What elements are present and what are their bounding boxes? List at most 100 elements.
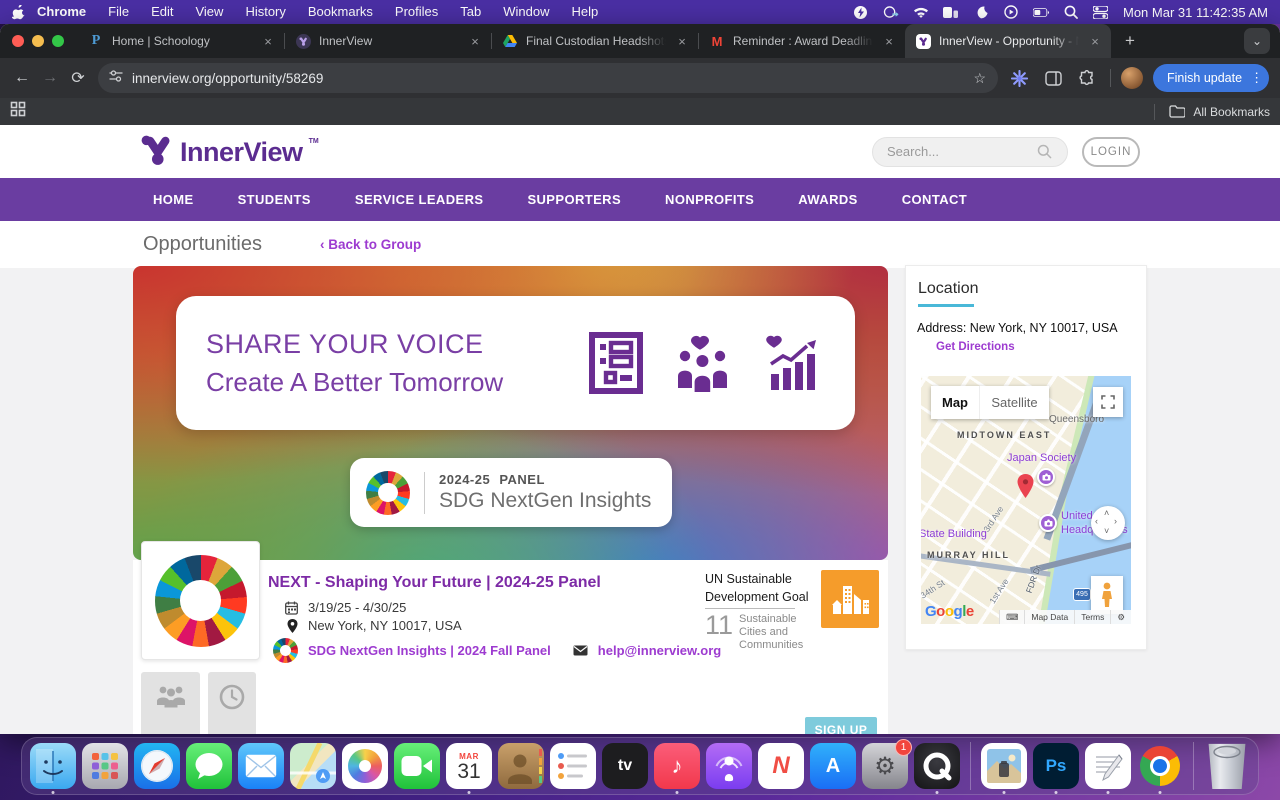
tab-search-chevron-icon[interactable]: ⌄ — [1244, 28, 1270, 54]
menu-window[interactable]: Window — [492, 0, 560, 24]
tab-close-icon[interactable]: × — [260, 34, 276, 49]
nav-home[interactable]: HOME — [153, 192, 194, 207]
menu-view[interactable]: View — [184, 0, 234, 24]
get-directions-link[interactable]: Get Directions — [936, 341, 1146, 353]
apps-grid-icon[interactable] — [10, 101, 26, 122]
dock-launchpad-icon[interactable] — [82, 743, 128, 789]
nav-contact[interactable]: CONTACT — [902, 192, 967, 207]
dock-facetime-icon[interactable] — [394, 743, 440, 789]
site-search[interactable] — [872, 136, 1068, 167]
group-link[interactable]: SDG NextGen Insights | 2024 Fall Panel — [308, 643, 551, 658]
control-center-icon[interactable] — [1093, 4, 1109, 20]
opportunity-thumbnail[interactable] — [141, 541, 260, 660]
dock-messages-icon[interactable] — [186, 743, 232, 789]
sparkle-ai-icon[interactable] — [1006, 65, 1032, 91]
menu-history[interactable]: History — [234, 0, 296, 24]
tab-drive-headshots[interactable]: Final Custodian Headshots - ( × — [492, 24, 698, 58]
map-data-link[interactable]: Map Data — [1024, 610, 1074, 624]
dock-contacts-icon[interactable] — [498, 743, 544, 789]
dock-calendar-icon[interactable]: MAR 31 — [446, 743, 492, 794]
side-panel-icon[interactable] — [1040, 65, 1066, 91]
terms-link[interactable]: Terms — [1074, 610, 1110, 624]
dock-reminders-icon[interactable] — [550, 743, 596, 789]
tab-close-icon[interactable]: × — [467, 34, 483, 49]
menu-help[interactable]: Help — [561, 0, 610, 24]
menubar-clock[interactable]: Mon Mar 31 11:42:35 AM — [1123, 5, 1268, 20]
search-input[interactable] — [887, 144, 1037, 159]
back-button[interactable]: ← — [8, 64, 36, 92]
search-icon[interactable] — [1037, 144, 1052, 159]
dock-maps-icon[interactable] — [290, 743, 336, 789]
extensions-puzzle-icon[interactable] — [1074, 65, 1100, 91]
login-button[interactable]: LOGIN — [1082, 136, 1140, 167]
url-text[interactable]: innerview.org/opportunity/58269 — [132, 71, 973, 86]
fullscreen-button[interactable] — [1093, 387, 1123, 417]
nav-service-leaders[interactable]: SERVICE LEADERS — [355, 192, 484, 207]
menu-bookmarks[interactable]: Bookmarks — [297, 0, 384, 24]
menu-file[interactable]: File — [97, 0, 140, 24]
tab-gmail-reminder[interactable]: M Reminder : Award Deadline 4/ × — [699, 24, 905, 58]
reload-button[interactable]: ⟳ — [64, 64, 92, 92]
email-link[interactable]: help@innerview.org — [598, 643, 721, 658]
map-settings-gear-icon[interactable]: ⚙ — [1110, 610, 1131, 624]
dock-mail-icon[interactable] — [238, 743, 284, 789]
map-pan-control[interactable]: ˄ ˅ ‹ › — [1091, 506, 1125, 540]
un-poi-icon[interactable] — [1039, 514, 1057, 532]
status-sync-icon[interactable] — [883, 4, 899, 20]
nav-supporters[interactable]: SUPPORTERS — [527, 192, 621, 207]
dock-image-file-icon[interactable] — [981, 743, 1027, 794]
keyboard-shortcuts-icon[interactable]: ⌨ — [999, 610, 1024, 624]
tab-close-icon[interactable]: × — [674, 34, 690, 49]
spotlight-search-icon[interactable] — [1063, 4, 1079, 20]
dock-photos-icon[interactable] — [342, 743, 388, 789]
site-settings-icon[interactable] — [108, 68, 124, 89]
dock-textedit-icon[interactable] — [1085, 743, 1131, 794]
map-pin-marker[interactable] — [1017, 474, 1034, 498]
tab-close-icon[interactable]: × — [881, 34, 897, 49]
dock-news-icon[interactable]: N — [758, 743, 804, 789]
nav-nonprofits[interactable]: NONPROFITS — [665, 192, 754, 207]
finish-update-button[interactable]: Finish update ⋮ — [1153, 64, 1270, 92]
status-bolt-icon[interactable] — [853, 4, 869, 20]
dock-music-icon[interactable]: ♪ — [654, 743, 700, 794]
address-bar[interactable]: innerview.org/opportunity/58269 ☆ — [98, 63, 998, 93]
apple-menu-icon[interactable] — [10, 4, 26, 20]
back-to-group-link[interactable]: ‹ Back to Group — [320, 237, 421, 252]
all-bookmarks-button[interactable]: All Bookmarks — [1154, 103, 1270, 120]
satellite-button[interactable]: Satellite — [979, 386, 1049, 419]
battery-icon[interactable] — [1032, 4, 1049, 20]
dock-appstore-icon[interactable]: A — [810, 743, 856, 789]
display-icon[interactable] — [943, 4, 959, 20]
dock-appletv-icon[interactable]: tv — [602, 743, 648, 789]
tab-close-icon[interactable]: × — [1087, 34, 1103, 49]
new-tab-button[interactable]: + — [1111, 31, 1149, 51]
nav-awards[interactable]: AWARDS — [798, 192, 857, 207]
minimize-window-button[interactable] — [32, 35, 44, 47]
focus-moon-icon[interactable] — [973, 4, 989, 20]
menu-tab[interactable]: Tab — [449, 0, 492, 24]
menu-app-name[interactable]: Chrome — [26, 0, 97, 24]
dock-quicktime-icon[interactable] — [914, 743, 960, 794]
dock-settings-icon[interactable]: ⚙ 1 — [862, 739, 912, 789]
menu-profiles[interactable]: Profiles — [384, 0, 449, 24]
zoom-window-button[interactable] — [52, 35, 64, 47]
browser-menu-kebab-icon[interactable]: ⋮ — [1250, 70, 1263, 86]
play-circle-icon[interactable] — [1003, 4, 1019, 20]
nav-students[interactable]: STUDENTS — [238, 192, 311, 207]
dock-finder-icon[interactable] — [30, 743, 76, 794]
street-view-pegman[interactable] — [1091, 576, 1123, 614]
tab-innerview[interactable]: InnerView × — [285, 24, 491, 58]
google-map[interactable]: Queensboro MIDTOWN EAST Japan Society 3r… — [921, 376, 1131, 624]
sign-up-button[interactable]: SIGN UP — [805, 717, 877, 734]
museum-poi-icon[interactable] — [1037, 468, 1055, 486]
profile-avatar[interactable] — [1121, 67, 1143, 89]
dock-safari-icon[interactable] — [134, 743, 180, 789]
dock-chrome-icon[interactable] — [1137, 743, 1183, 794]
dock-trash-icon[interactable] — [1208, 743, 1246, 789]
wifi-icon[interactable] — [913, 4, 929, 20]
map-button[interactable]: Map — [931, 386, 979, 419]
close-window-button[interactable] — [12, 35, 24, 47]
innerview-logo[interactable]: InnerView TM — [140, 134, 319, 170]
tab-schoology[interactable]: P Home | Schoology × — [78, 24, 284, 58]
dock-podcasts-icon[interactable] — [706, 743, 752, 789]
